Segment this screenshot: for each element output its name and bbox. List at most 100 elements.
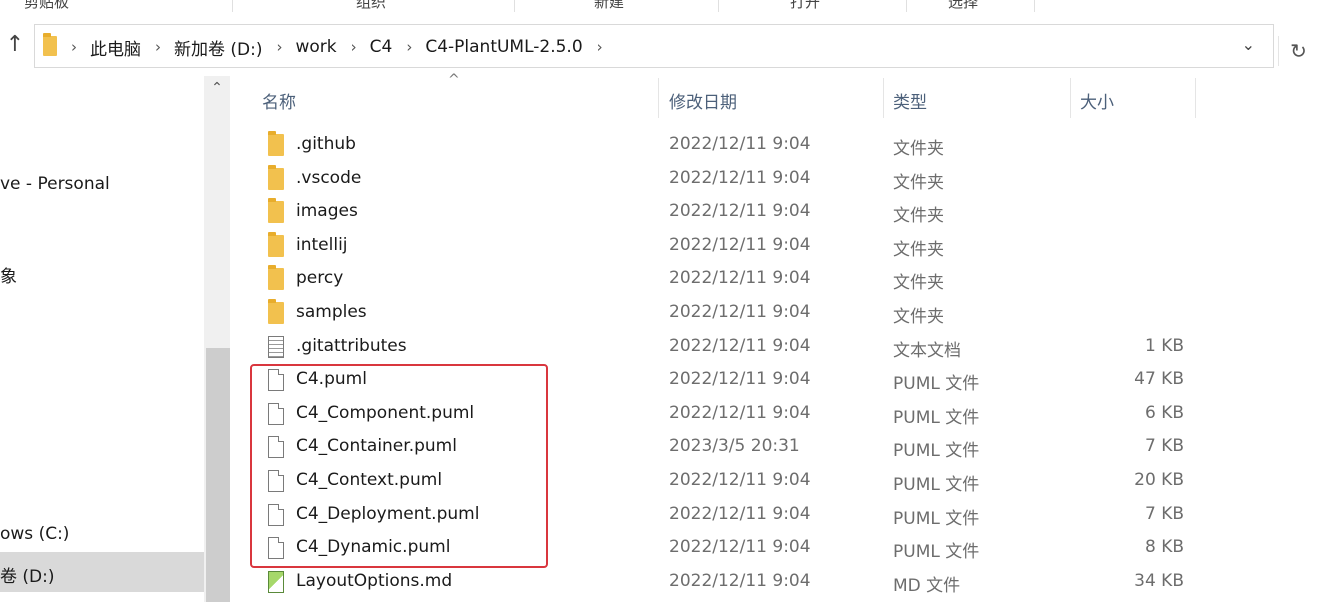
file-icon	[268, 504, 284, 526]
folder-icon	[268, 131, 284, 156]
list-item[interactable]: .github 2022/12/11 9:04 文件夹	[246, 130, 1246, 164]
folder-icon	[268, 198, 284, 223]
scrollbar-thumb[interactable]	[206, 348, 230, 602]
list-item[interactable]: images 2022/12/11 9:04 文件夹	[246, 197, 1246, 231]
file-icon	[268, 369, 284, 391]
breadcrumb-this-pc[interactable]: 此电脑	[90, 35, 141, 60]
list-item[interactable]: C4_Container.puml 2023/3/5 20:31 PUML 文件…	[246, 432, 1246, 466]
file-size: 1 KB	[1144, 336, 1184, 356]
list-item[interactable]: percy 2022/12/11 9:04 文件夹	[246, 264, 1246, 298]
file-date: 2022/12/11 9:04	[669, 369, 811, 389]
sort-ascending-icon: ^	[448, 72, 460, 88]
breadcrumb-c4-plantuml[interactable]: C4-PlantUML-2.5.0	[425, 37, 582, 57]
nav-item-drive-d[interactable]: 卷 (D:)	[0, 562, 55, 587]
file-date: 2022/12/11 9:04	[669, 403, 811, 423]
ribbon-group-select[interactable]: 选择	[948, 0, 978, 12]
file-name: C4_Component.puml	[296, 403, 475, 423]
ribbon-divider	[514, 0, 515, 12]
file-size: 6 KB	[1144, 403, 1184, 423]
chevron-right-icon[interactable]: ›	[277, 38, 283, 56]
file-size: 20 KB	[1134, 470, 1184, 490]
file-size: 47 KB	[1134, 369, 1184, 389]
nav-item-objects[interactable]: 象	[0, 262, 17, 287]
file-date: 2022/12/11 9:04	[669, 302, 811, 322]
ribbon-group-clipboard[interactable]: 剪贴板	[24, 0, 69, 12]
file-name: images	[296, 201, 358, 221]
file-size: 7 KB	[1144, 436, 1184, 456]
breadcrumb-work[interactable]: work	[296, 37, 337, 57]
file-name: C4_Dynamic.puml	[296, 537, 451, 557]
ribbon-divider	[718, 0, 719, 12]
column-divider[interactable]	[1070, 78, 1071, 118]
nav-scrollbar[interactable]: ⌃	[204, 76, 230, 602]
list-item[interactable]: C4_Deployment.puml 2022/12/11 9:04 PUML …	[246, 500, 1246, 534]
ribbon-group-organize[interactable]: 组织	[356, 0, 386, 12]
file-size: 34 KB	[1134, 571, 1184, 591]
text-file-icon	[268, 336, 284, 358]
file-date: 2022/12/11 9:04	[669, 168, 811, 188]
column-divider[interactable]	[658, 78, 659, 118]
file-name: .github	[296, 134, 356, 154]
ribbon-strip: 剪贴板 组织 新建 打开 选择	[0, 0, 1318, 12]
scroll-up-icon[interactable]: ⌃	[204, 80, 230, 100]
ribbon-divider	[1034, 0, 1035, 12]
list-item[interactable]: intellij 2022/12/11 9:04 文件夹	[246, 231, 1246, 265]
list-item[interactable]: C4_Component.puml 2022/12/11 9:04 PUML 文…	[246, 399, 1246, 433]
file-icon	[268, 537, 284, 559]
file-icon	[268, 436, 284, 458]
list-item[interactable]: .vscode 2022/12/11 9:04 文件夹	[246, 164, 1246, 198]
nav-item-onedrive[interactable]: ve - Personal	[0, 174, 110, 194]
column-header-type[interactable]: 类型	[893, 88, 927, 113]
chevron-right-icon[interactable]: ›	[597, 38, 603, 56]
chevron-down-icon[interactable]: ⌄	[1242, 35, 1255, 54]
column-header-name[interactable]: 名称	[262, 88, 296, 113]
ribbon-group-open[interactable]: 打开	[790, 0, 820, 12]
file-type: 文件夹	[893, 206, 944, 226]
chevron-right-icon[interactable]: ›	[351, 38, 357, 56]
ribbon-divider	[232, 0, 233, 12]
file-name: samples	[296, 302, 367, 322]
file-type: PUML 文件	[893, 475, 980, 495]
breadcrumb-c4[interactable]: C4	[370, 37, 393, 57]
ribbon-group-new[interactable]: 新建	[594, 0, 624, 12]
file-type: PUML 文件	[893, 542, 980, 562]
chevron-right-icon[interactable]: ›	[71, 38, 77, 56]
column-header-date[interactable]: 修改日期	[669, 88, 737, 113]
list-item[interactable]: samples 2022/12/11 9:04 文件夹	[246, 298, 1246, 332]
list-item[interactable]: .gitattributes 2022/12/11 9:04 文本文档 1 KB	[246, 332, 1246, 366]
file-date: 2022/12/11 9:04	[669, 268, 811, 288]
column-divider[interactable]	[1195, 78, 1196, 118]
breadcrumb-volume-d[interactable]: 新加卷 (D:)	[174, 35, 263, 60]
folder-icon	[268, 165, 284, 190]
column-header-size[interactable]: 大小	[1080, 88, 1114, 113]
file-type: PUML 文件	[893, 374, 980, 394]
list-item[interactable]: C4.puml 2022/12/11 9:04 PUML 文件 47 KB	[246, 365, 1246, 399]
breadcrumb: › 此电脑 › 新加卷 (D:) › work › C4 › C4-PlantU…	[71, 25, 616, 69]
file-name: .gitattributes	[296, 336, 407, 356]
chevron-right-icon[interactable]: ›	[155, 38, 161, 56]
file-name: C4.puml	[296, 369, 367, 389]
file-date: 2022/12/11 9:04	[669, 201, 811, 221]
file-name: C4_Deployment.puml	[296, 504, 480, 524]
file-date: 2023/3/5 20:31	[669, 436, 800, 456]
folder-icon	[268, 299, 284, 324]
file-type: PUML 文件	[893, 509, 980, 529]
list-item[interactable]: C4_Context.puml 2022/12/11 9:04 PUML 文件 …	[246, 466, 1246, 500]
list-item[interactable]: C4_Dynamic.puml 2022/12/11 9:04 PUML 文件 …	[246, 533, 1246, 567]
file-type: PUML 文件	[893, 441, 980, 461]
file-date: 2022/12/11 9:04	[669, 470, 811, 490]
file-type: 文件夹	[893, 307, 944, 327]
file-name: intellij	[296, 235, 348, 255]
file-date: 2022/12/11 9:04	[669, 504, 811, 524]
address-bar[interactable]: › 此电脑 › 新加卷 (D:) › work › C4 › C4-PlantU…	[34, 24, 1274, 68]
column-divider[interactable]	[883, 78, 884, 118]
up-arrow-icon[interactable]: ↑	[2, 32, 28, 58]
list-item[interactable]: LayoutOptions.md 2022/12/11 9:04 MD 文件 3…	[246, 567, 1246, 601]
file-date: 2022/12/11 9:04	[669, 336, 811, 356]
navigation-pane: ve - Personal 象 ows (C:) 卷 (D:) ⌃	[0, 76, 230, 602]
refresh-icon[interactable]: ↻	[1278, 36, 1318, 66]
file-type: 文本文档	[893, 341, 961, 361]
chevron-right-icon[interactable]: ›	[406, 38, 412, 56]
address-row: ↑ › 此电脑 › 新加卷 (D:) › work › C4 › C4-Plan…	[0, 14, 1318, 76]
nav-item-drive-c[interactable]: ows (C:)	[0, 524, 69, 544]
